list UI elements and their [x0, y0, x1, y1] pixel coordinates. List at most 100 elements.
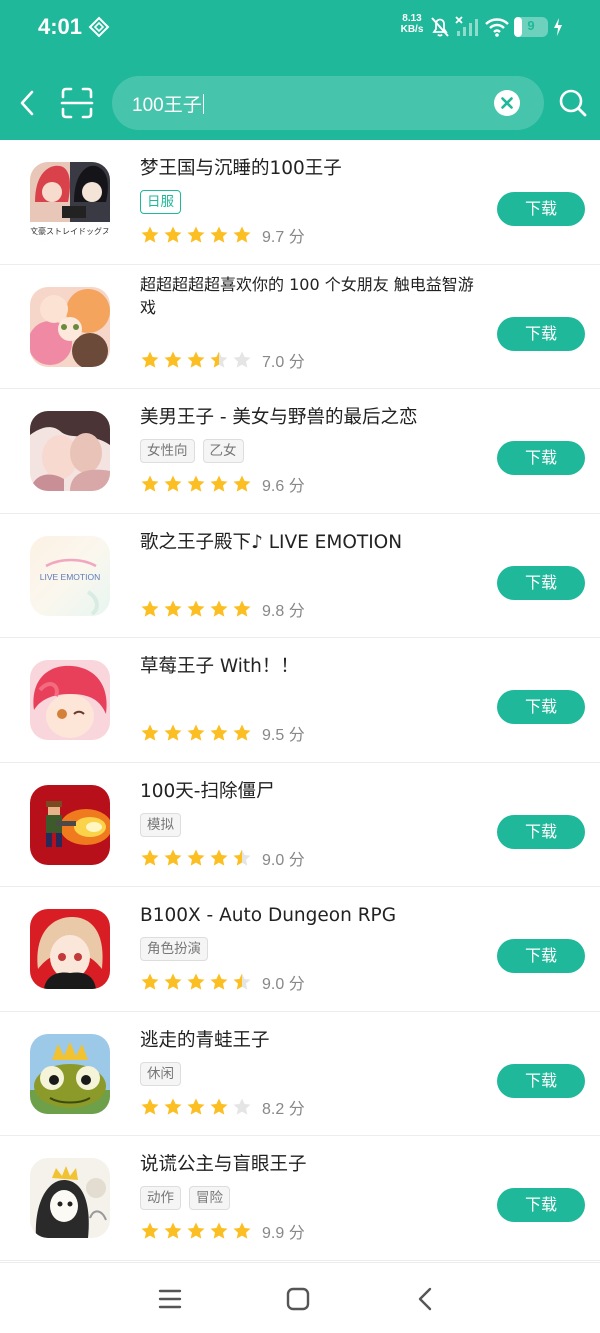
rating-score: 8.2 分: [262, 1100, 305, 1118]
app-title[interactable]: 超超超超超喜欢你的 100 个女朋友 触电益智游戏: [140, 273, 480, 319]
star-full-icon: [187, 351, 205, 368]
tag-category: 女性向: [140, 439, 195, 463]
rating: 8.2 分: [140, 1096, 305, 1118]
clear-button[interactable]: [494, 90, 520, 116]
app-title[interactable]: 梦王国与沉睡的100王子: [140, 156, 480, 182]
search-input[interactable]: 100王子: [112, 76, 544, 130]
download-button[interactable]: 下载: [497, 441, 585, 475]
app-icon-100-girlfriends[interactable]: [30, 286, 110, 367]
search-query-text: 100王子: [132, 95, 202, 116]
menu-button[interactable]: [156, 1285, 184, 1313]
app-title[interactable]: 100天-扫除僵尸: [140, 779, 480, 805]
bungo-logo-text: 文豪ストレイドッグス: [30, 227, 110, 236]
rating-score: 9.5 分: [262, 727, 305, 744]
utapri-logo-text: LIVE EMOTION: [39, 571, 101, 582]
tag-category: 动作: [140, 1186, 181, 1210]
tag-category: 角色扮演: [140, 937, 208, 961]
star-full-icon: [141, 1222, 159, 1239]
app-icon-utapri-live-emotion[interactable]: LIVE EMOTION: [30, 535, 110, 616]
scan-icon: [60, 87, 94, 119]
download-button[interactable]: 下载: [497, 316, 585, 351]
download-button[interactable]: 下载: [497, 565, 585, 600]
menu-icon: [158, 1289, 182, 1309]
rating-score: 9.0 分: [262, 976, 305, 993]
star-empty-icon: [233, 1098, 251, 1115]
star-rating-stars: [140, 1221, 252, 1241]
app-header: 4:01 8.13 KB/s 9 100王子: [0, 0, 600, 140]
download-button[interactable]: 下载: [497, 1188, 585, 1222]
tag-list: 休闲: [140, 1061, 181, 1086]
app-icon-100-days-zombies[interactable]: [30, 784, 110, 865]
app-icon-b100x[interactable]: [30, 909, 110, 989]
rating-score: 9.0 分: [262, 851, 305, 869]
back-icon: [20, 90, 34, 116]
app-title[interactable]: 草莓王子 With！！: [140, 654, 480, 680]
download-button[interactable]: 下载: [497, 814, 585, 849]
list-item[interactable]: LIVE EMOTION 歌之王子殿下♪ LIVE EMOTION 9.8 分 …: [0, 514, 600, 638]
star-rating-stars: [140, 972, 252, 992]
system-navigation-bar: [0, 1262, 600, 1333]
download-button[interactable]: 下载: [497, 1063, 585, 1098]
star-full-icon: [141, 475, 159, 492]
app-title[interactable]: 美男王子 - 美女与野兽的最后之恋: [140, 405, 480, 431]
app-icon-bungo-stray-dogs[interactable]: 文豪ストレイドッグス: [30, 162, 110, 242]
rating: 9.6 分: [140, 473, 305, 495]
star-rating-stars: [140, 1097, 252, 1117]
mute-icon: [430, 16, 450, 42]
app-title[interactable]: 说谎公主与盲眼王子: [140, 1152, 480, 1178]
star-full-icon: [210, 226, 228, 243]
scan-button[interactable]: [60, 86, 94, 120]
app-title[interactable]: 歌之王子殿下♪ LIVE EMOTION: [140, 530, 480, 556]
back-button[interactable]: [14, 86, 42, 120]
list-item[interactable]: 100天-扫除僵尸 模拟 9.0 分 下载: [0, 763, 600, 887]
download-button[interactable]: 下载: [497, 192, 585, 226]
app-title[interactable]: B100X - Auto Dungeon RPG: [140, 903, 480, 929]
wifi-icon: [484, 16, 510, 42]
star-rating-stars: [140, 225, 252, 245]
star-full-icon: [141, 973, 159, 990]
star-half-icon: [210, 351, 228, 368]
back-nav-button[interactable]: [412, 1285, 440, 1313]
tag-region: 日服: [140, 190, 181, 214]
list-item[interactable]: 说谎公主与盲眼王子 动作 冒险 9.9 分 下载: [0, 1136, 600, 1261]
download-button[interactable]: 下载: [497, 690, 585, 724]
star-full-icon: [141, 849, 159, 866]
download-button[interactable]: 下载: [497, 939, 585, 973]
status-bar: 4:01 8.13 KB/s 9: [0, 0, 600, 56]
search-icon: [559, 89, 587, 117]
star-full-icon: [210, 849, 228, 866]
search-query[interactable]: 100王子: [132, 90, 204, 117]
star-full-icon: [187, 226, 205, 243]
star-half-icon: [233, 849, 251, 866]
home-icon: [286, 1287, 310, 1311]
rating-score: 9.7 分: [262, 229, 305, 246]
list-item[interactable]: B100X - Auto Dungeon RPG 角色扮演 9.0 分 下载: [0, 887, 600, 1012]
star-full-icon: [164, 475, 182, 492]
star-rating-stars: [140, 474, 252, 494]
list-item[interactable]: 美男王子 - 美女与野兽的最后之恋 女性向 乙女 9.6 分 下载: [0, 389, 600, 514]
star-empty-icon: [233, 351, 251, 368]
tag-category: 乙女: [202, 439, 244, 463]
app-shortcut-icon: [88, 16, 110, 38]
list-item[interactable]: 逃走的青蛙王子 休闲 8.2 分 下载: [0, 1012, 600, 1136]
network-speed: 8.13 KB/s: [398, 13, 426, 35]
text-caret: [202, 94, 204, 114]
home-button[interactable]: [284, 1285, 312, 1313]
list-item[interactable]: 超超超超超喜欢你的 100 个女朋友 触电益智游戏 7.0 分 下载: [0, 265, 600, 389]
rating: 7.0 分: [140, 349, 305, 371]
star-half-icon: [233, 973, 251, 990]
search-button[interactable]: [558, 88, 588, 118]
star-full-icon: [187, 475, 205, 492]
app-title[interactable]: 逃走的青蛙王子: [140, 1028, 480, 1054]
star-full-icon: [164, 226, 182, 243]
list-item[interactable]: 文豪ストレイドッグス 梦王国与沉睡的100王子 日服 9.7 分 下载: [0, 140, 600, 265]
app-icon-liar-princess[interactable]: [30, 1158, 110, 1238]
app-icon-beauty-beast[interactable]: [30, 411, 110, 491]
tag-category: 冒险: [189, 1186, 230, 1210]
app-icon-strawberry-prince[interactable]: [30, 660, 110, 740]
tag-list: 角色扮演: [140, 937, 208, 961]
list-item[interactable]: 草莓王子 With！！ 9.5 分 下载: [0, 638, 600, 763]
app-icon-frog-prince[interactable]: [30, 1033, 110, 1114]
network-speed-unit: KB/s: [400, 24, 424, 35]
star-full-icon: [164, 973, 182, 990]
